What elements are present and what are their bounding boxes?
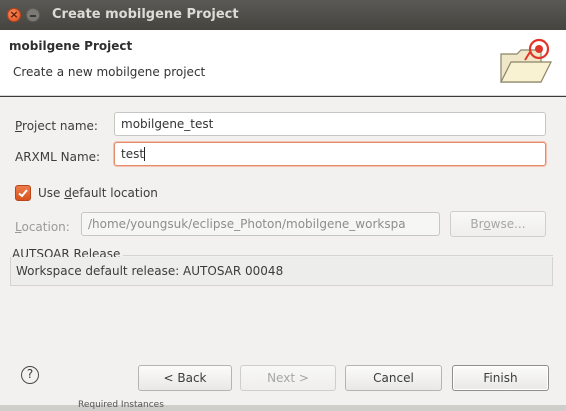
wizard-footer: ? < Back Next > Cancel Finish: [0, 346, 566, 405]
finish-button[interactable]: Finish: [452, 365, 549, 391]
back-button[interactable]: < Back: [138, 365, 232, 391]
cancel-button[interactable]: Cancel: [345, 365, 442, 391]
wizard-header: mobilgene Project Create a new mobilgene…: [0, 30, 566, 96]
release-group: Workspace default release: AUTOSAR 00048: [10, 257, 553, 286]
window-titlebar: × Create mobilgene Project: [0, 0, 566, 30]
browse-button[interactable]: Browse...: [450, 211, 546, 237]
arxml-name-input[interactable]: test: [114, 142, 546, 166]
text-caret: [144, 147, 146, 161]
page-description: Create a new mobilgene project: [13, 65, 206, 79]
location-input[interactable]: /home/youngsuk/eclipse_Photon/mobilgene_…: [81, 212, 440, 236]
location-label: Location:: [15, 220, 70, 234]
wizard-content: Project name: mobilgene_test ARXML Name:…: [0, 97, 566, 346]
close-icon: ×: [9, 8, 19, 21]
project-name-label: Project name:: [15, 119, 98, 133]
checkmark-icon: [18, 189, 28, 198]
page-title: mobilgene Project: [9, 39, 133, 53]
minimize-icon: [30, 15, 36, 17]
open-folder-wizard-icon: [500, 38, 552, 83]
background-window-text: Required Instances: [78, 400, 164, 410]
group-divider: [94, 255, 553, 256]
close-window-button[interactable]: ×: [7, 8, 21, 22]
arxml-name-label: ARXML Name:: [15, 150, 101, 164]
project-name-input[interactable]: mobilgene_test: [114, 112, 546, 136]
background-window-strip: Required Instances: [0, 400, 566, 411]
workspace-release-text: Workspace default release: AUTOSAR 00048: [16, 264, 284, 278]
use-default-location-label[interactable]: Use default location: [38, 186, 158, 200]
use-default-location-checkbox[interactable]: [15, 185, 31, 201]
minimize-window-button[interactable]: [26, 8, 40, 22]
next-button[interactable]: Next >: [240, 365, 336, 391]
window-title: Create mobilgene Project: [52, 7, 239, 22]
help-icon[interactable]: ?: [21, 366, 39, 384]
